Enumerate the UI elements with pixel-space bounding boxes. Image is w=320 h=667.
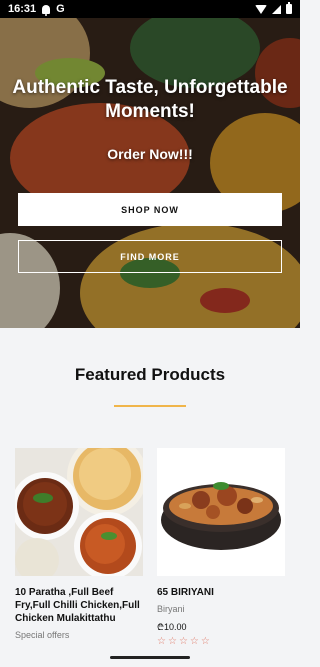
product-card[interactable]: 65 BIRIYANI Biryani ₾10.00 ☆ ☆ ☆ ☆ ☆ — [157, 448, 285, 647]
product-category: Special offers — [15, 630, 70, 640]
home-indicator[interactable] — [110, 656, 190, 659]
bell-icon — [42, 4, 51, 16]
battery-icon — [286, 2, 292, 14]
product-price: ₾10.00 — [157, 622, 187, 632]
product-card[interactable]: 10 Paratha ,Full Beef Fry,Full Chilli Ch… — [15, 448, 143, 640]
status-time: 16:31 — [8, 3, 37, 15]
product-name[interactable]: 65 BIRIYANI — [157, 586, 285, 599]
hero-title: Authentic Taste, Unforgettable Moments! — [12, 77, 288, 122]
wifi-icon — [255, 4, 267, 14]
featured-products-heading: Featured Products — [74, 365, 226, 384]
star-icon: ☆ — [167, 636, 177, 647]
hero-subtitle: Order Now!!! — [107, 146, 193, 162]
find-more-button[interactable]: FIND MORE — [18, 240, 282, 273]
shop-now-button[interactable]: SHOP NOW — [18, 193, 282, 226]
status-bar: 16:31 G — [0, 0, 300, 18]
hero-overlay — [0, 18, 300, 328]
product-name[interactable]: 10 Paratha ,Full Beef Fry,Full Chilli Ch… — [15, 586, 143, 625]
rating-stars: ☆ ☆ ☆ ☆ ☆ — [157, 637, 285, 647]
signal-icon — [272, 4, 281, 14]
section-divider — [114, 405, 186, 407]
product-image[interactable] — [15, 448, 143, 576]
hero-banner: Authentic Taste, Unforgettable Moments! … — [0, 18, 300, 328]
google-icon: G — [56, 3, 65, 15]
star-icon: ☆ — [189, 636, 199, 647]
product-category: Biryani — [157, 604, 185, 614]
star-icon: ☆ — [200, 636, 210, 647]
product-image[interactable] — [157, 448, 285, 576]
star-icon: ☆ — [157, 636, 166, 647]
star-icon: ☆ — [178, 636, 188, 647]
